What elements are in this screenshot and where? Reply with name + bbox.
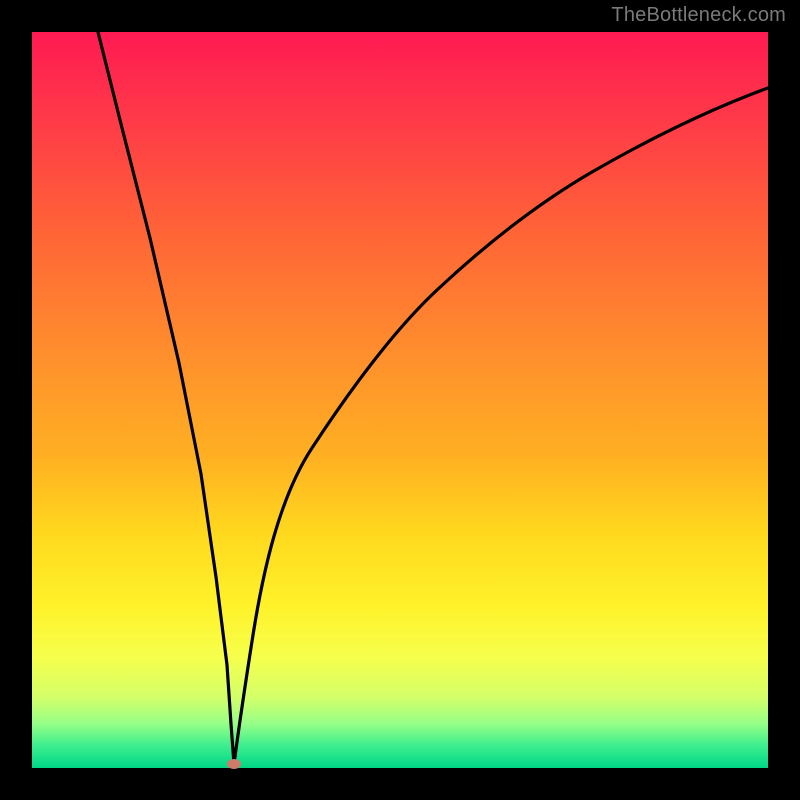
plot-area	[32, 32, 768, 768]
bottleneck-curve	[32, 32, 768, 768]
chart-frame: TheBottleneck.com	[0, 0, 800, 800]
minimum-marker	[227, 759, 241, 769]
attribution-text: TheBottleneck.com	[611, 4, 786, 27]
